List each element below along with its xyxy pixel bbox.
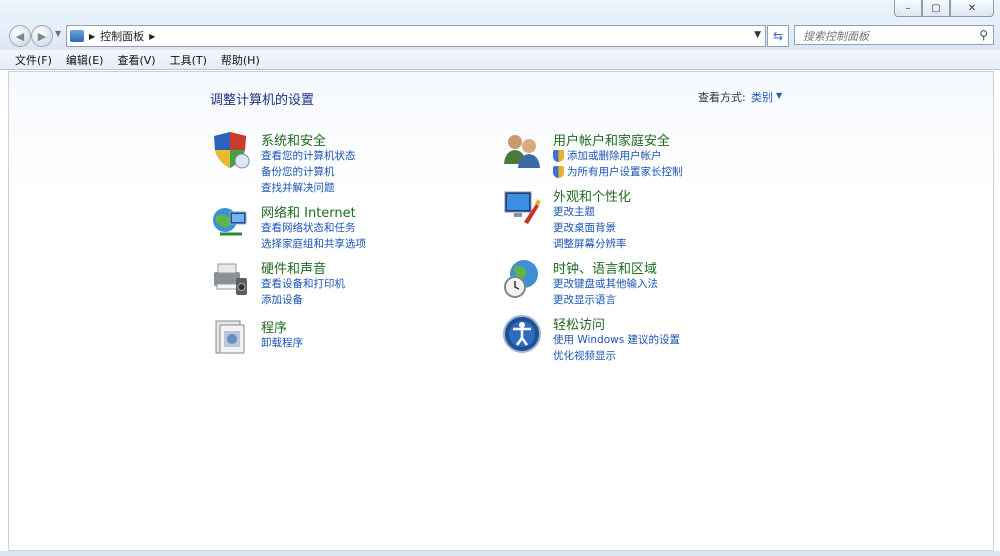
minimize-icon: – <box>905 2 911 14</box>
recent-pages-dropdown-icon[interactable]: ▼ <box>55 29 61 38</box>
task-link[interactable]: 备份您的计算机 <box>261 164 356 180</box>
category-title[interactable]: 系统和安全 <box>261 130 326 149</box>
task-link[interactable]: 查看设备和打印机 <box>261 276 345 292</box>
user-accounts-icon[interactable] <box>502 130 542 170</box>
address-bar[interactable]: ▶ 控制面板 ▶ ▼ <box>66 25 766 47</box>
menu-bar: 文件(F) 编辑(E) 查看(V) 工具(T) 帮助(H) <box>0 50 1000 70</box>
category-links: 更改主题 更改桌面背景 调整屏幕分辨率 <box>553 204 627 252</box>
task-link[interactable]: 选择家庭组和共享选项 <box>261 236 366 252</box>
category-title[interactable]: 外观和个性化 <box>553 186 631 205</box>
search-input[interactable] <box>801 27 975 45</box>
category-title[interactable]: 轻松访问 <box>553 314 605 333</box>
back-arrow-icon: ◀ <box>15 29 25 43</box>
task-link[interactable]: 调整屏幕分辨率 <box>553 236 627 252</box>
search-box: ⚲ <box>794 25 994 45</box>
breadcrumb-separator-icon[interactable]: ▶ <box>149 32 155 41</box>
task-link[interactable]: 更改显示语言 <box>553 292 658 308</box>
window-controls: – ▢ ✕ <box>894 0 994 17</box>
view-by-label: 查看方式: <box>698 91 746 104</box>
maximize-button[interactable]: ▢ <box>922 0 950 17</box>
category-title[interactable]: 硬件和声音 <box>261 258 326 277</box>
view-by-chevron-icon[interactable]: ▼ <box>776 91 782 100</box>
category-title[interactable]: 用户帐户和家庭安全 <box>553 130 670 149</box>
maximize-icon: ▢ <box>931 2 941 14</box>
title-bar: – ▢ ✕ <box>0 0 1000 22</box>
category-links: 卸载程序 <box>261 335 303 351</box>
task-link[interactable]: 查找并解决问题 <box>261 180 356 196</box>
network-internet-icon[interactable] <box>210 202 250 242</box>
hardware-sound-icon[interactable] <box>210 258 250 298</box>
page-title: 调整计算机的设置 <box>210 93 315 108</box>
task-link[interactable]: 使用 Windows 建议的设置 <box>553 332 680 348</box>
close-icon: ✕ <box>967 2 977 14</box>
back-button[interactable]: ◀ <box>9 25 31 47</box>
programs-icon[interactable] <box>210 317 250 357</box>
task-link[interactable]: 查看网络状态和任务 <box>261 220 366 236</box>
category-links: 添加或删除用户帐户 为所有用户设置家长控制 <box>553 148 683 180</box>
task-link[interactable]: 更改键盘或其他输入法 <box>553 276 658 292</box>
category-title[interactable]: 程序 <box>261 317 287 336</box>
category-links: 更改键盘或其他输入法 更改显示语言 <box>553 276 658 308</box>
menu-edit[interactable]: 编辑(E) <box>59 52 111 68</box>
address-dropdown-icon[interactable]: ▼ <box>754 30 761 40</box>
task-link[interactable]: 更改主题 <box>553 204 627 220</box>
task-link[interactable]: 优化视频显示 <box>553 348 680 364</box>
refresh-button[interactable]: ⇆ <box>767 25 789 47</box>
window-bottom-border <box>0 551 1000 556</box>
navigation-bar: ◀ ▶ ▼ ▶ 控制面板 ▶ ▼ ⇆ ⚲ <box>0 22 1000 50</box>
breadcrumb-item[interactable]: 控制面板 <box>100 28 144 44</box>
clock-region-icon[interactable] <box>502 258 542 298</box>
menu-view[interactable]: 查看(V) <box>110 52 162 68</box>
category-links: 使用 Windows 建议的设置 优化视频显示 <box>553 332 680 364</box>
menu-tools[interactable]: 工具(T) <box>163 52 214 68</box>
system-security-icon[interactable] <box>210 130 250 170</box>
category-title[interactable]: 网络和 Internet <box>261 202 356 221</box>
search-icon[interactable]: ⚲ <box>979 28 988 42</box>
menu-help[interactable]: 帮助(H) <box>214 52 267 68</box>
breadcrumb-separator-icon[interactable]: ▶ <box>89 32 95 41</box>
close-button[interactable]: ✕ <box>950 0 994 17</box>
category-links: 查看网络状态和任务 选择家庭组和共享选项 <box>261 220 366 252</box>
view-by-dropdown[interactable]: 类别 <box>751 89 773 105</box>
category-links: 查看您的计算机状态 备份您的计算机 查找并解决问题 <box>261 148 356 196</box>
task-link[interactable]: 添加或删除用户帐户 <box>553 148 683 164</box>
forward-arrow-icon: ▶ <box>37 29 47 43</box>
task-link[interactable]: 卸载程序 <box>261 335 303 351</box>
ease-of-access-icon[interactable] <box>502 314 542 354</box>
category-links: 查看设备和打印机 添加设备 <box>261 276 345 308</box>
menu-file[interactable]: 文件(F) <box>8 52 59 68</box>
refresh-icon: ⇆ <box>772 29 784 43</box>
minimize-button[interactable]: – <box>894 0 922 17</box>
task-link[interactable]: 更改桌面背景 <box>553 220 627 236</box>
appearance-icon[interactable] <box>502 186 542 226</box>
control-panel-icon <box>70 30 84 42</box>
category-title[interactable]: 时钟、语言和区域 <box>553 258 657 277</box>
task-link[interactable]: 为所有用户设置家长控制 <box>553 164 683 180</box>
control-panel-content: 调整计算机的设置 查看方式: 类别 ▼ 系统和安全 查看您的计算机状态 备份您的… <box>8 71 994 551</box>
task-link[interactable]: 添加设备 <box>261 292 345 308</box>
task-link[interactable]: 查看您的计算机状态 <box>261 148 356 164</box>
forward-button[interactable]: ▶ <box>31 25 53 47</box>
